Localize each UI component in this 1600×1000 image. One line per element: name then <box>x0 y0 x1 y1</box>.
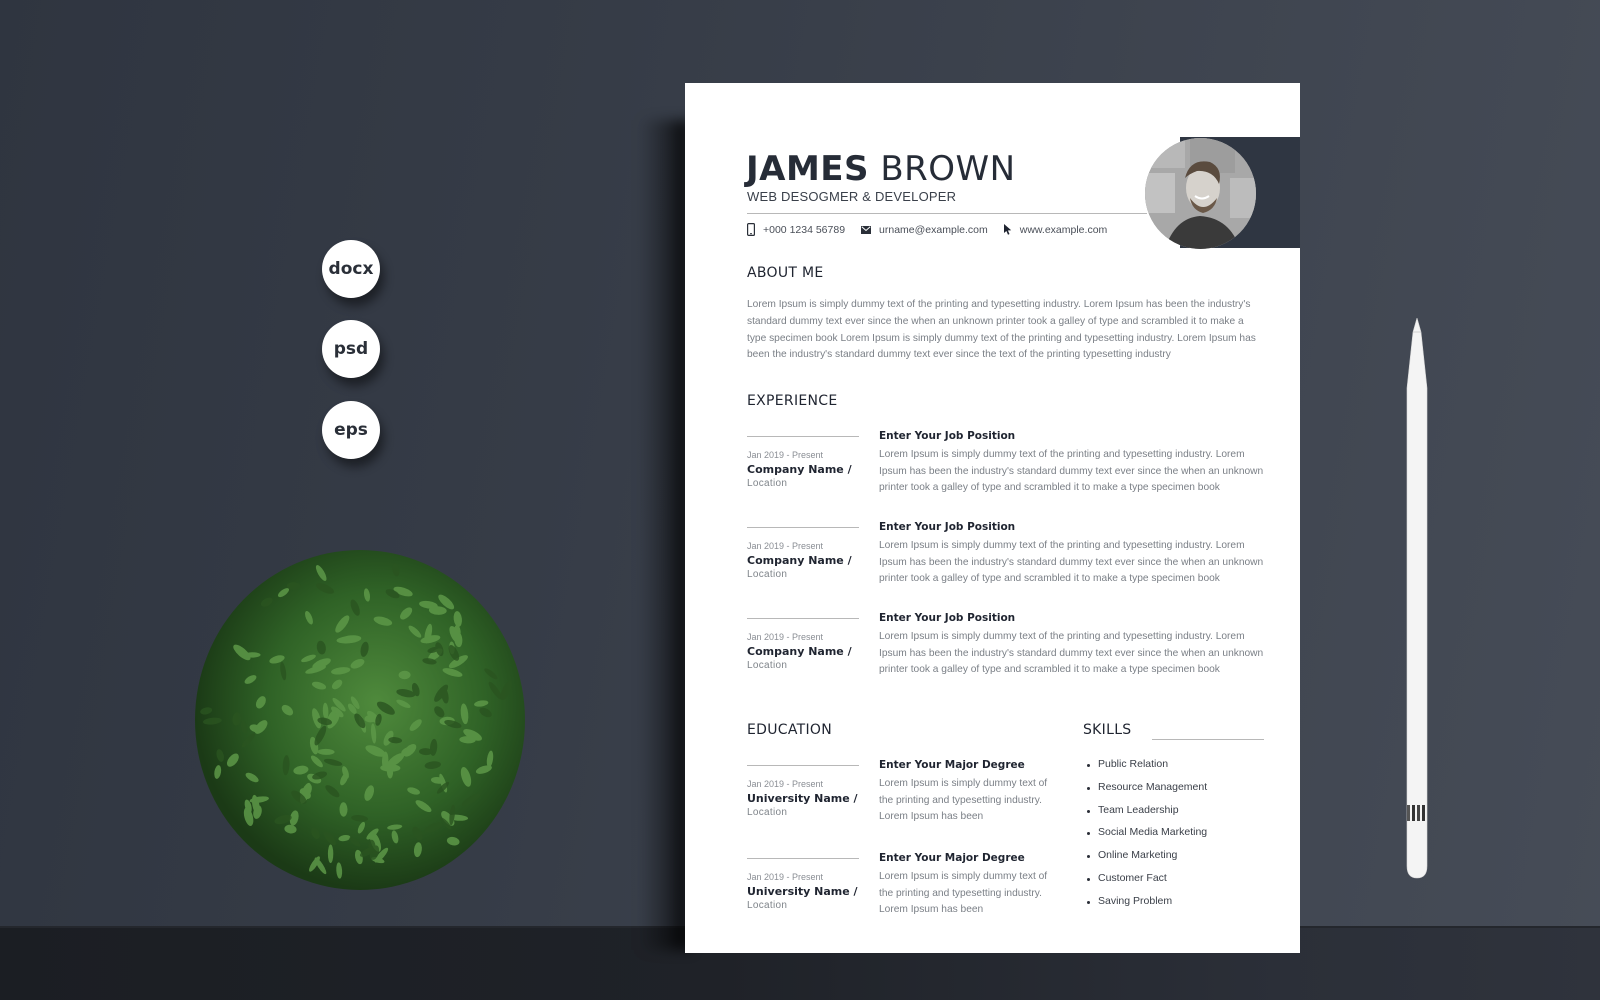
skill-label: Social Media Marketing <box>1098 826 1208 839</box>
resume-document: JAMES BROWN WEB DESOGMER & DEVELOPER +00… <box>685 83 1300 953</box>
skill-label: Online Marketing <box>1098 849 1178 862</box>
profile-photo <box>1145 138 1256 249</box>
bullet-icon <box>1087 832 1090 836</box>
badge-label: psd <box>333 339 369 359</box>
job-description: Lorem Ipsum is simply dummy text of the … <box>879 540 1264 585</box>
bullet-icon <box>1087 809 1090 813</box>
skill-item: Social Media Marketing <box>1085 826 1207 849</box>
item-divider <box>747 436 859 437</box>
university-location: Location <box>747 900 788 911</box>
skill-label: Customer Fact <box>1098 871 1167 884</box>
job-title: WEB DESOGMER & DEVELOPER <box>747 189 957 204</box>
education-heading: EDUCATION <box>747 722 833 738</box>
experience-heading: EXPERIENCE <box>747 393 838 409</box>
skill-item: Online Marketing <box>1085 849 1207 872</box>
skill-label: Public Relation <box>1098 758 1169 770</box>
item-divider <box>747 858 859 859</box>
education-date: Jan 2019 - Present <box>747 779 824 789</box>
company-name: Company Name / <box>747 463 852 476</box>
education-date: Jan 2019 - Present <box>747 872 824 882</box>
about-heading: ABOUT ME <box>747 265 824 281</box>
envelope-icon <box>861 225 872 234</box>
format-badge-eps: eps <box>322 401 380 459</box>
experience-item: Jan 2019 - Present Company Name / Locati… <box>747 521 1267 607</box>
skill-item: Public Relation <box>1085 758 1207 781</box>
paper-shadow <box>640 120 690 950</box>
university-location: Location <box>747 807 788 818</box>
plant-decoration <box>195 550 525 890</box>
university-name: University Name / <box>747 885 858 898</box>
experience-date: Jan 2019 - Present <box>747 632 824 642</box>
badge-label: eps <box>334 420 368 440</box>
about-text: Lorem Ipsum is simply dummy text of the … <box>747 299 1256 361</box>
job-position: Enter Your Job Position <box>879 521 1016 533</box>
item-divider <box>747 618 859 619</box>
contact-email: urname@example.com <box>861 224 988 236</box>
badge-label: docx <box>328 259 374 279</box>
skill-item: Saving Problem <box>1085 895 1207 918</box>
bullet-icon <box>1087 900 1090 904</box>
contact-phone: +000 1234 56789 <box>747 223 845 236</box>
mobile-phone-icon <box>747 223 755 236</box>
bullet-icon <box>1087 786 1090 790</box>
education-item: Jan 2019 - Present University Name / Loc… <box>747 759 1048 845</box>
bullet-icon <box>1087 764 1090 767</box>
experience-item: Jan 2019 - Present Company Name / Locati… <box>747 430 1267 516</box>
format-badge-psd: psd <box>322 320 380 378</box>
degree-description: Lorem Ipsum is simply dummy text of the … <box>879 871 1048 916</box>
job-position: Enter Your Job Position <box>879 430 1016 442</box>
candidate-name: JAMES BROWN <box>746 149 1016 189</box>
last-name: BROWN <box>880 149 1016 189</box>
skill-item: Resource Management <box>1085 781 1207 804</box>
company-location: Location <box>747 569 788 580</box>
skill-label: Resource Management <box>1098 780 1208 793</box>
experience-item: Jan 2019 - Present Company Name / Locati… <box>747 612 1267 698</box>
skill-item: Team Leadership <box>1085 804 1207 827</box>
job-description: Lorem Ipsum is simply dummy text of the … <box>879 631 1264 676</box>
leaf <box>327 844 334 864</box>
company-location: Location <box>747 660 788 671</box>
experience-date: Jan 2019 - Present <box>747 450 824 460</box>
skill-label: Team Leadership <box>1098 803 1179 816</box>
company-name: Company Name / <box>747 554 852 567</box>
skills-list: Public Relation Resource Management Team… <box>1085 758 1207 918</box>
header-divider <box>747 213 1147 214</box>
item-divider <box>747 765 859 766</box>
contact-info: +000 1234 56789 urname@example.com www.e… <box>747 223 1123 236</box>
profile-photo-image <box>1145 138 1256 249</box>
first-name: JAMES <box>746 149 870 189</box>
cursor-pointer-icon <box>1003 224 1012 235</box>
skill-item: Customer Fact <box>1085 872 1207 895</box>
job-description: Lorem Ipsum is simply dummy text of the … <box>879 449 1264 494</box>
skill-label: Saving Problem <box>1098 894 1173 907</box>
bullet-icon <box>1087 855 1090 859</box>
degree-title: Enter Your Major Degree <box>879 759 1025 771</box>
skills-heading: SKILLS <box>1083 722 1132 738</box>
website-url: www.example.com <box>1019 223 1108 236</box>
company-name: Company Name / <box>747 645 852 658</box>
job-position: Enter Your Job Position <box>879 612 1016 624</box>
education-item: Jan 2019 - Present University Name / Loc… <box>747 852 1048 938</box>
bullet-icon <box>1087 877 1090 881</box>
email-address: urname@example.com <box>879 223 988 236</box>
degree-description: Lorem Ipsum is simply dummy text of the … <box>879 778 1048 823</box>
degree-title: Enter Your Major Degree <box>879 852 1025 864</box>
format-badge-docx: docx <box>322 240 380 298</box>
item-divider <box>747 527 859 528</box>
experience-date: Jan 2019 - Present <box>747 541 824 551</box>
stylus-pencil-decoration <box>1406 318 1428 879</box>
phone-number: +000 1234 56789 <box>763 223 846 236</box>
skills-divider <box>1152 739 1264 740</box>
company-location: Location <box>747 478 788 489</box>
contact-website: www.example.com <box>1003 223 1108 236</box>
university-name: University Name / <box>747 792 858 805</box>
